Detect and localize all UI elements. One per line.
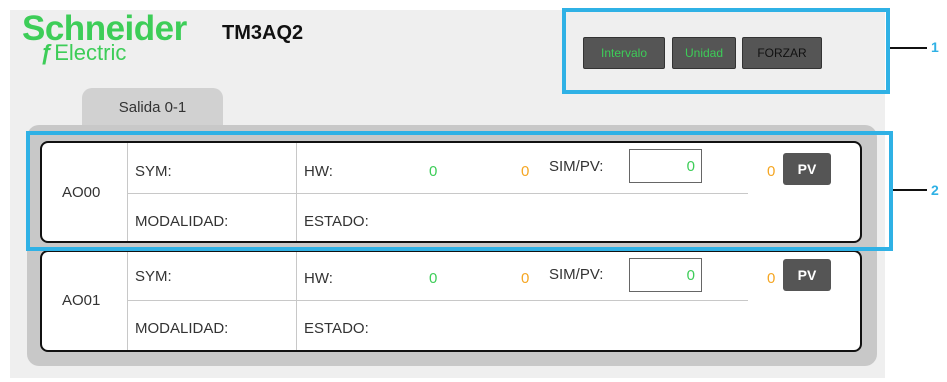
hw-value: 0: [429, 270, 438, 287]
logo-subtitle: ƒElectric: [40, 42, 126, 64]
callout-box-1: [562, 8, 890, 94]
callout-line-2: [893, 189, 927, 191]
estado-label: ESTADO:: [304, 320, 369, 337]
hw-label: HW:: [304, 270, 333, 287]
logo-subtitle-text: Electric: [54, 40, 127, 65]
module-model-title: TM3AQ2: [222, 22, 304, 44]
sim-pv-input[interactable]: [629, 258, 702, 292]
electric-mark-icon: ƒ: [40, 40, 53, 65]
channel-card-ao01: AO01 SYM: HW: 0 0 SIM/PV: 0 PV MODALIDAD…: [40, 250, 862, 352]
callout-line-1: [890, 47, 927, 49]
pv-button[interactable]: PV: [783, 259, 831, 291]
sym-label: SYM:: [135, 268, 172, 285]
pv-value: 0: [767, 270, 776, 287]
callout-box-2: [26, 131, 893, 251]
channel-id: AO01: [62, 292, 101, 309]
hw-secondary-value: 0: [521, 270, 530, 287]
sim-pv-label: SIM/PV:: [549, 266, 604, 283]
callout-number-1: 1: [931, 39, 939, 55]
modalidad-label: MODALIDAD:: [135, 320, 229, 337]
divider: [128, 300, 748, 301]
schneider-logo: Schneider ƒElectric: [22, 11, 187, 64]
divider: [296, 252, 297, 350]
tab-salida-0-1[interactable]: Salida 0-1: [82, 88, 223, 126]
divider: [127, 252, 128, 350]
callout-number-2: 2: [931, 182, 939, 198]
